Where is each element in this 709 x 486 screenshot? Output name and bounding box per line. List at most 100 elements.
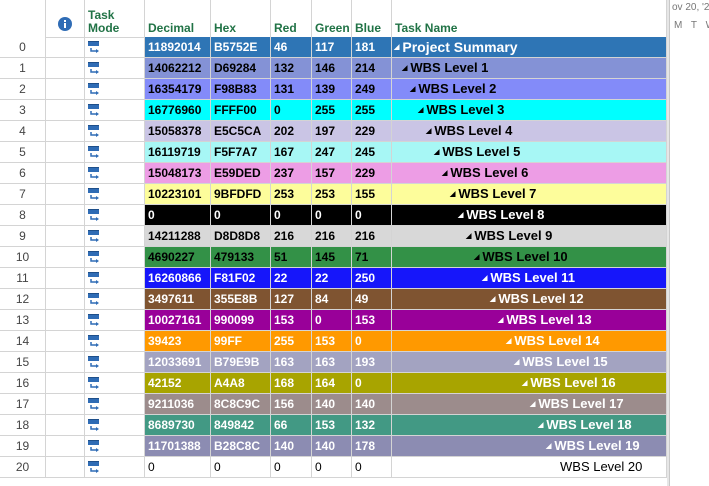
decimal-cell[interactable]: 11892014 (145, 37, 211, 58)
blue-cell[interactable]: 49 (352, 289, 392, 310)
hex-cell[interactable]: 8C8C9C (211, 394, 271, 415)
blue-cell[interactable]: 71 (352, 247, 392, 268)
decimal-cell[interactable]: 16260866 (145, 268, 211, 289)
row-number[interactable]: 5 (0, 142, 46, 163)
decimal-cell[interactable]: 10223101 (145, 184, 211, 205)
row-number[interactable]: 18 (0, 415, 46, 436)
row-number[interactable]: 7 (0, 184, 46, 205)
red-cell[interactable]: 253 (271, 184, 312, 205)
red-cell[interactable]: 202 (271, 121, 312, 142)
green-cell[interactable]: 197 (312, 121, 352, 142)
table-row[interactable]: 20 0 0 0 0 0 WBS Level 20 (0, 457, 669, 478)
task-mode-cell[interactable] (85, 205, 145, 226)
blue-cell[interactable]: 0 (352, 457, 392, 478)
blue-cell[interactable]: 181 (352, 37, 392, 58)
decimal-cell[interactable]: 14211288 (145, 226, 211, 247)
indicator-cell[interactable] (46, 331, 85, 352)
row-number[interactable]: 14 (0, 331, 46, 352)
green-cell[interactable]: 140 (312, 394, 352, 415)
task-mode-cell[interactable] (85, 184, 145, 205)
task-mode-cell[interactable] (85, 268, 145, 289)
hex-cell[interactable]: A4A8 (211, 373, 271, 394)
decimal-cell[interactable]: 16354179 (145, 79, 211, 100)
task-name-cell[interactable]: ◢ WBS Level 10 (392, 247, 667, 268)
decimal-cell[interactable]: 9211036 (145, 394, 211, 415)
task-name-column-header[interactable]: Task Name (392, 0, 667, 37)
red-cell[interactable]: 0 (271, 457, 312, 478)
collapse-triangle-icon[interactable]: ◢ (522, 380, 527, 387)
blue-cell[interactable]: 245 (352, 142, 392, 163)
hex-cell[interactable]: 355E8B (211, 289, 271, 310)
task-name-cell[interactable]: ◢ WBS Level 14 (392, 331, 667, 352)
hex-cell[interactable]: F5F7A7 (211, 142, 271, 163)
green-cell[interactable]: 164 (312, 373, 352, 394)
task-name-cell[interactable]: ◢ WBS Level 19 (392, 436, 667, 457)
hex-cell[interactable]: FFFF00 (211, 100, 271, 121)
task-name-cell[interactable]: ◢ WBS Level 5 (392, 142, 667, 163)
task-name-cell[interactable]: ◢ WBS Level 9 (392, 226, 667, 247)
collapse-triangle-icon[interactable]: ◢ (394, 44, 399, 51)
collapse-triangle-icon[interactable]: ◢ (490, 296, 495, 303)
hex-cell[interactable]: D8D8D8 (211, 226, 271, 247)
hex-cell[interactable]: B28C8C (211, 436, 271, 457)
task-mode-cell[interactable] (85, 37, 145, 58)
indicator-cell[interactable] (46, 457, 85, 478)
collapse-triangle-icon[interactable]: ◢ (482, 275, 487, 282)
green-cell[interactable]: 0 (312, 310, 352, 331)
row-number[interactable]: 3 (0, 100, 46, 121)
task-mode-cell[interactable] (85, 226, 145, 247)
row-number[interactable]: 19 (0, 436, 46, 457)
collapse-triangle-icon[interactable]: ◢ (474, 254, 479, 261)
task-mode-cell[interactable] (85, 142, 145, 163)
green-cell[interactable]: 0 (312, 457, 352, 478)
hex-cell[interactable]: 0 (211, 205, 271, 226)
table-row[interactable]: 6 15048173 E59DED 237 157 229 ◢ WBS Level 6 (0, 163, 669, 184)
hex-cell[interactable]: D69284 (211, 58, 271, 79)
task-mode-cell[interactable] (85, 394, 145, 415)
indicator-cell[interactable] (46, 352, 85, 373)
hex-cell[interactable]: B79E9B (211, 352, 271, 373)
red-cell[interactable]: 132 (271, 58, 312, 79)
row-number[interactable]: 17 (0, 394, 46, 415)
task-name-cell[interactable]: ◢ WBS Level 16 (392, 373, 667, 394)
blue-cell[interactable]: 153 (352, 310, 392, 331)
blue-cell[interactable]: 0 (352, 205, 392, 226)
task-name-cell[interactable]: ◢ WBS Level 2 (392, 79, 667, 100)
decimal-cell[interactable]: 16119719 (145, 142, 211, 163)
table-row[interactable]: 8 0 0 0 0 0 ◢ WBS Level 8 (0, 205, 669, 226)
task-name-cell[interactable]: ◢ WBS Level 17 (392, 394, 667, 415)
red-cell[interactable]: 51 (271, 247, 312, 268)
decimal-column-header[interactable]: Decimal (145, 0, 211, 37)
task-name-cell[interactable]: ◢ Project Summary (392, 37, 667, 58)
row-number[interactable]: 6 (0, 163, 46, 184)
indicator-cell[interactable] (46, 247, 85, 268)
indicator-cell[interactable] (46, 268, 85, 289)
decimal-cell[interactable]: 15058378 (145, 121, 211, 142)
hex-cell[interactable]: F98B83 (211, 79, 271, 100)
collapse-triangle-icon[interactable]: ◢ (466, 233, 471, 240)
row-number[interactable]: 20 (0, 457, 46, 478)
row-number[interactable]: 15 (0, 352, 46, 373)
row-number[interactable]: 13 (0, 310, 46, 331)
blue-cell[interactable]: 249 (352, 79, 392, 100)
table-row[interactable]: 12 3497611 355E8B 127 84 49 ◢ WBS Level 12 (0, 289, 669, 310)
task-name-cell[interactable]: ◢ WBS Level 7 (392, 184, 667, 205)
hex-cell[interactable]: 99FF (211, 331, 271, 352)
indicator-cell[interactable] (46, 100, 85, 121)
task-name-cell[interactable]: WBS Level 20 (392, 457, 667, 478)
indicator-cell[interactable] (46, 121, 85, 142)
row-number[interactable]: 8 (0, 205, 46, 226)
hex-cell[interactable]: 0 (211, 457, 271, 478)
red-cell[interactable]: 140 (271, 436, 312, 457)
row-number[interactable]: 12 (0, 289, 46, 310)
green-cell[interactable]: 140 (312, 436, 352, 457)
indicator-cell[interactable] (46, 373, 85, 394)
indicator-cell[interactable] (46, 226, 85, 247)
collapse-triangle-icon[interactable]: ◢ (514, 359, 519, 366)
decimal-cell[interactable]: 8689730 (145, 415, 211, 436)
row-number[interactable]: 11 (0, 268, 46, 289)
red-cell[interactable]: 156 (271, 394, 312, 415)
table-row[interactable]: 2 16354179 F98B83 131 139 249 ◢ WBS Level 2 (0, 79, 669, 100)
red-cell[interactable]: 167 (271, 142, 312, 163)
decimal-cell[interactable]: 0 (145, 457, 211, 478)
